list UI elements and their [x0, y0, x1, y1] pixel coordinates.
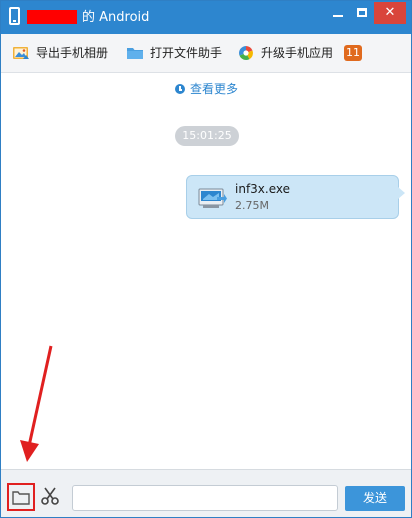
exe-file-icon [197, 185, 227, 211]
maximize-icon [357, 8, 367, 17]
minimize-button[interactable] [326, 2, 350, 24]
phone-icon [9, 7, 20, 25]
folder-icon [9, 491, 33, 513]
app-upgrade-icon [237, 45, 255, 61]
view-more-label: 查看更多 [190, 82, 239, 96]
screenshot-button[interactable] [40, 486, 60, 506]
chat-window: 的 Android ✕ 导出手机相册 打开文件助手 升级手机应用 11 查看更多… [0, 0, 412, 518]
file-message-bubble[interactable]: inf3x.exe 2.75M [186, 175, 405, 219]
toolbar: 导出手机相册 打开文件助手 升级手机应用 11 [1, 34, 411, 73]
view-more-link[interactable]: 查看更多 [175, 81, 238, 97]
file-assistant-label: 打开文件助手 [150, 46, 223, 60]
message-timestamp: 15:01:25 [175, 126, 239, 146]
redacted-device-name [27, 10, 77, 24]
input-bar: 发送 [1, 469, 411, 517]
title-bar: 的 Android ✕ [1, 1, 411, 34]
scissors-icon [40, 487, 60, 510]
send-button[interactable]: 发送 [345, 486, 405, 511]
photo-export-icon [12, 45, 30, 61]
file-size: 2.75M [235, 199, 269, 212]
maximize-button[interactable] [350, 2, 374, 24]
file-assistant-button[interactable]: 打开文件助手 [126, 44, 222, 62]
window-title: 的 Android [82, 10, 150, 25]
upgrade-apps-label: 升级手机应用 [261, 46, 334, 60]
folder-icon [126, 45, 144, 61]
send-file-button[interactable] [7, 483, 35, 511]
message-input[interactable] [72, 485, 338, 511]
clock-icon [175, 84, 185, 94]
close-icon: ✕ [384, 5, 396, 20]
file-name: inf3x.exe [235, 182, 291, 196]
update-count-badge: 11 [344, 45, 362, 61]
close-button[interactable]: ✕ [374, 2, 406, 24]
export-album-button[interactable]: 导出手机相册 [12, 44, 108, 62]
export-album-label: 导出手机相册 [36, 46, 109, 60]
minimize-icon [333, 15, 343, 17]
upgrade-apps-button[interactable]: 升级手机应用 [237, 44, 333, 62]
message-area[interactable]: 查看更多 15:01:25 inf3x.exe 2.75M [1, 73, 411, 469]
